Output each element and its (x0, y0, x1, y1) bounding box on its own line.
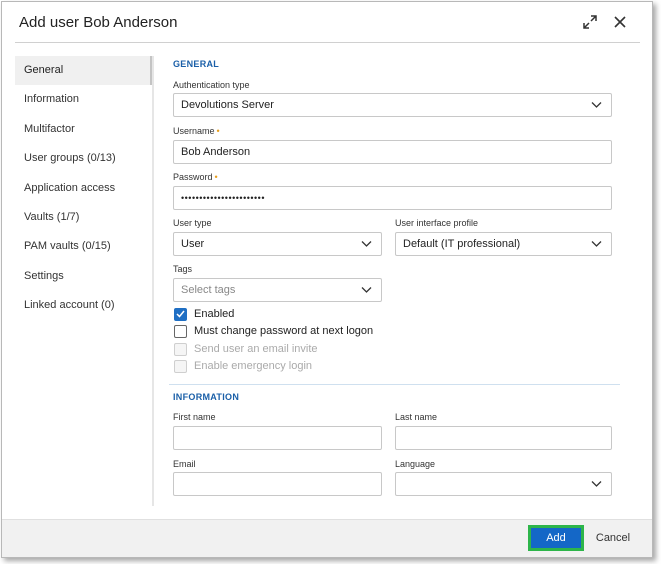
language-select[interactable] (395, 472, 612, 496)
enabled-label: Enabled (194, 308, 235, 320)
chevron-down-icon (361, 241, 372, 247)
emergency-login-checkbox (174, 359, 187, 373)
add-button[interactable]: Add (528, 525, 584, 551)
password-input[interactable]: ••••••••••••••••••••••• (173, 186, 612, 210)
email-input[interactable] (173, 472, 382, 496)
last-name-input[interactable] (395, 426, 612, 450)
user-type-select[interactable]: User (173, 232, 382, 256)
sidebar-item-user-groups[interactable]: User groups (0/13) (15, 144, 152, 173)
email-label: Email (173, 459, 196, 469)
must-change-password-checkbox[interactable] (174, 324, 187, 338)
chevron-down-icon (361, 287, 372, 293)
password-label-text: Password (173, 172, 213, 182)
dialog-footer: Add Cancel (2, 519, 652, 557)
sidebar-item-multifactor[interactable]: Multifactor (15, 115, 152, 144)
tags-placeholder: Select tags (181, 284, 236, 296)
chevron-down-icon (591, 481, 602, 487)
auth-type-label: Authentication type (173, 80, 250, 90)
required-indicator: • (216, 126, 220, 136)
username-value: Bob Anderson (181, 146, 251, 158)
close-icon[interactable] (612, 14, 628, 30)
send-invite-row: Send user an email invite (174, 342, 318, 356)
tags-select[interactable]: Select tags (173, 278, 382, 302)
sidebar-item-pam-vaults[interactable]: PAM vaults (0/15) (15, 232, 152, 261)
send-invite-label: Send user an email invite (194, 343, 318, 355)
sidebar-item-linked-account[interactable]: Linked account (0) (15, 291, 152, 320)
first-name-label: First name (173, 412, 216, 422)
expand-icon[interactable] (582, 14, 598, 30)
header-divider (15, 42, 640, 43)
must-change-password-row[interactable]: Must change password at next logon (174, 324, 373, 338)
tags-label: Tags (173, 264, 193, 274)
sidebar-item-settings[interactable]: Settings (15, 262, 152, 291)
general-section-title: GENERAL (173, 59, 220, 69)
sidebar-item-vaults[interactable]: Vaults (1/7) (15, 203, 152, 232)
username-label: Username • (173, 126, 220, 136)
user-type-label: User type (173, 218, 212, 228)
password-label: Password • (173, 172, 218, 182)
chevron-down-icon (591, 241, 602, 247)
chevron-down-icon (591, 102, 602, 108)
last-name-label: Last name (395, 412, 438, 422)
send-invite-checkbox (174, 342, 187, 356)
password-value: ••••••••••••••••••••••• (181, 193, 265, 203)
cancel-button[interactable]: Cancel (593, 525, 633, 551)
checkmark-icon (176, 310, 185, 318)
ui-profile-value: Default (IT professional) (403, 238, 521, 250)
emergency-login-label: Enable emergency login (194, 360, 313, 372)
emergency-login-row: Enable emergency login (174, 359, 312, 373)
username-input[interactable]: Bob Anderson (173, 140, 612, 164)
enabled-checkbox[interactable] (174, 307, 187, 321)
information-section-title: INFORMATION (173, 392, 240, 402)
ui-profile-select[interactable]: Default (IT professional) (395, 232, 612, 256)
auth-type-select[interactable]: Devolutions Server (173, 93, 612, 117)
first-name-input[interactable] (173, 426, 382, 450)
information-divider (169, 384, 620, 385)
username-label-text: Username (173, 126, 215, 136)
add-user-dialog: Add user Bob Anderson General Informatio… (1, 1, 653, 558)
ui-profile-label: User interface profile (395, 218, 479, 228)
dialog-title: Add user Bob Anderson (19, 14, 178, 31)
auth-type-value: Devolutions Server (181, 99, 274, 111)
sidebar-item-application-access[interactable]: Application access (15, 174, 152, 203)
user-type-value: User (181, 238, 205, 250)
required-indicator: • (214, 172, 218, 182)
enabled-checkbox-row[interactable]: Enabled (174, 307, 234, 321)
sidebar-nav: General Information Multifactor User gro… (15, 56, 152, 506)
sidebar-item-information[interactable]: Information (15, 85, 152, 114)
sidebar-item-general[interactable]: General (15, 56, 152, 85)
content-divider (152, 56, 154, 506)
must-change-password-label: Must change password at next logon (194, 325, 374, 337)
title-icons (582, 14, 628, 30)
language-label: Language (395, 459, 436, 469)
